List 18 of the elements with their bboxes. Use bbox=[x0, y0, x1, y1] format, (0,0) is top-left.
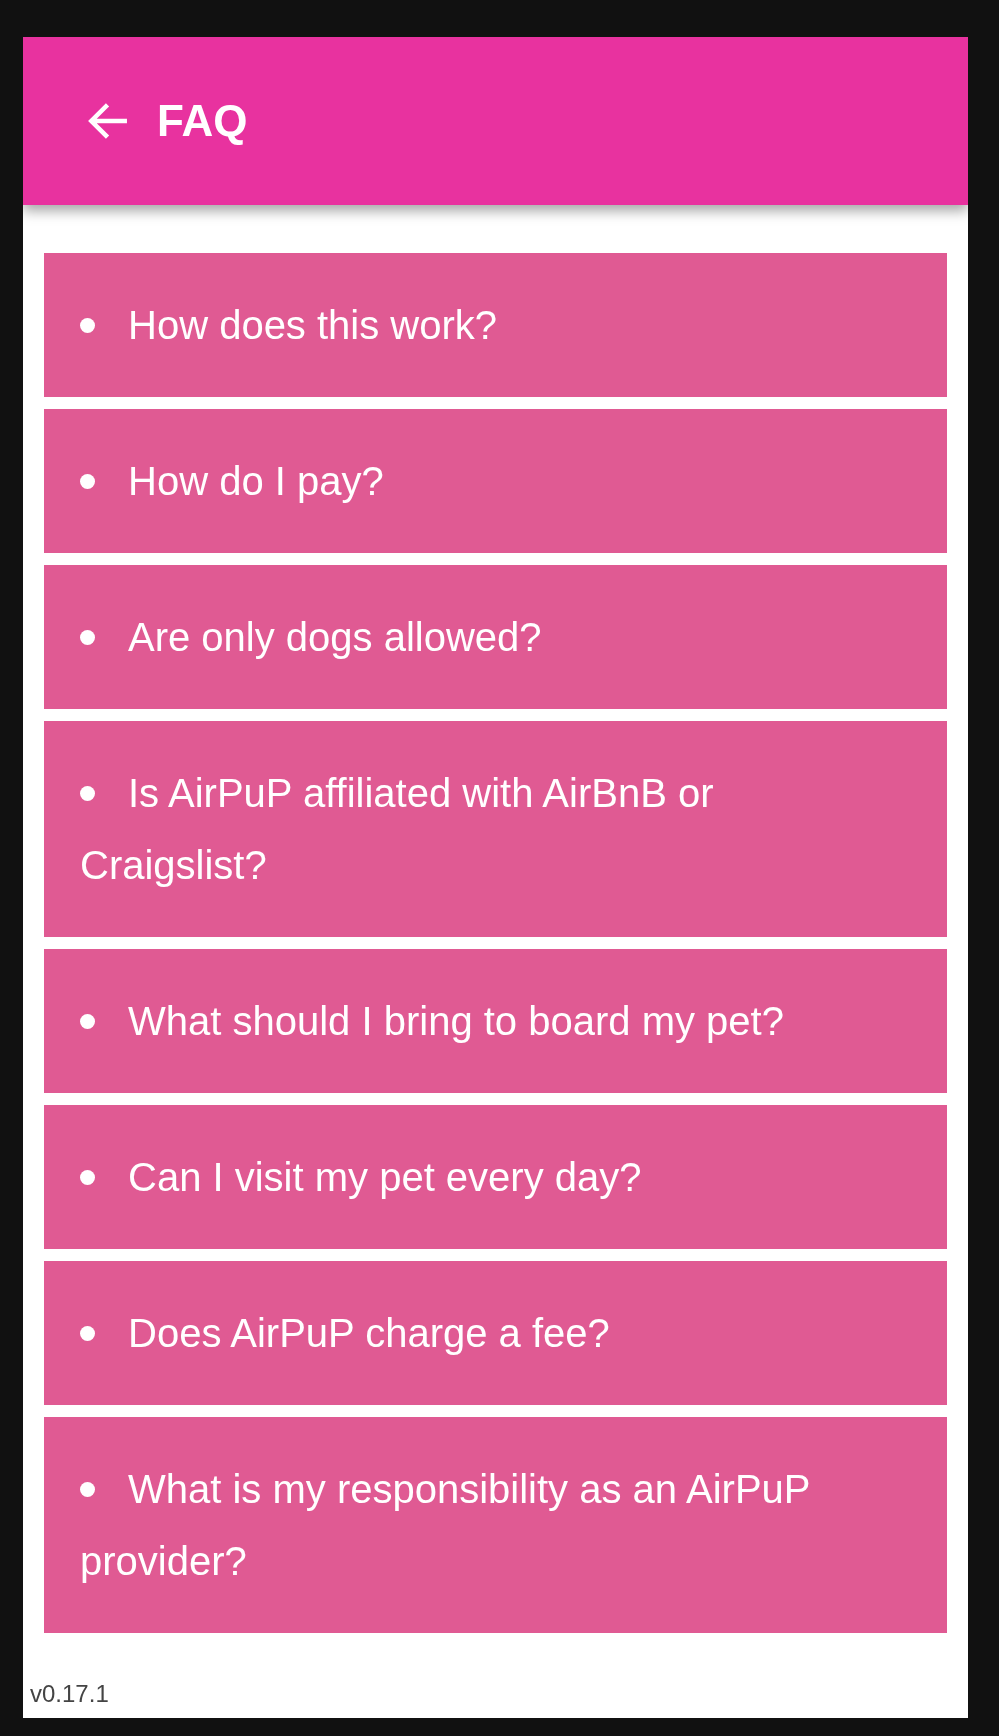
faq-question[interactable]: How do I pay? bbox=[44, 409, 947, 553]
faq-question[interactable]: Are only dogs allowed? bbox=[44, 565, 947, 709]
faq-question[interactable]: Is AirPuP affiliated with AirBnB or Craigslist? bbox=[44, 721, 947, 937]
bullet-icon bbox=[80, 1325, 95, 1341]
bullet-icon bbox=[80, 317, 95, 333]
bullet-icon bbox=[80, 785, 95, 801]
page-title: FAQ bbox=[157, 95, 248, 147]
faq-question[interactable]: Does AirPuP charge a fee? bbox=[44, 1261, 947, 1405]
faq-question[interactable]: How does this work? bbox=[44, 253, 947, 397]
version-label: v0.17.1 bbox=[30, 1679, 109, 1709]
faq-question[interactable]: Can I visit my pet every day? bbox=[44, 1105, 947, 1249]
bullet-icon bbox=[80, 1481, 95, 1497]
bullet-icon bbox=[80, 629, 95, 645]
bullet-icon bbox=[80, 1013, 95, 1029]
faq-question[interactable]: What is my responsibility as an AirPuP provider? bbox=[44, 1417, 947, 1633]
faq-question[interactable]: What should I bring to board my pet? bbox=[44, 949, 947, 1093]
bullet-icon bbox=[80, 1169, 95, 1185]
bullet-icon bbox=[80, 473, 95, 489]
